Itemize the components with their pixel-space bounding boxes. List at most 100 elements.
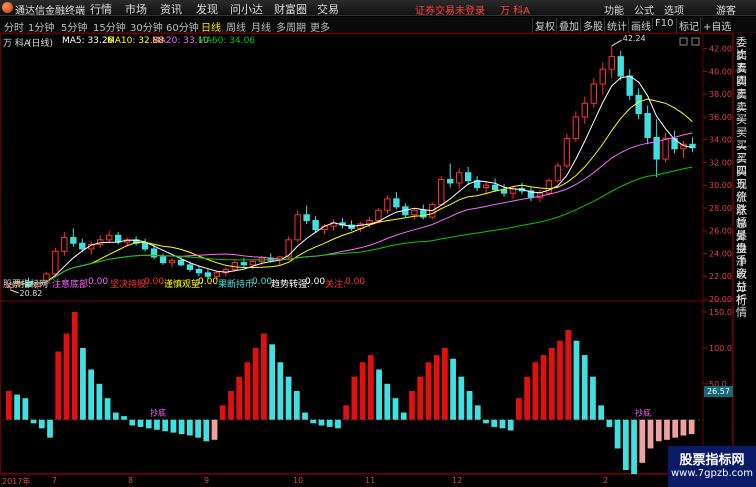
tool-adjust[interactable]: 复权: [532, 18, 557, 33]
watermark-title: 股票指标网: [679, 453, 745, 468]
ind-marker-2: 抄底: [635, 408, 651, 418]
menu-item-trade[interactable]: 交易: [317, 1, 339, 17]
tab-30min[interactable]: 30分钟: [130, 19, 163, 34]
candle-body: [114, 234, 122, 243]
sidebar-label[interactable]: 行情: [736, 295, 756, 319]
date-tick: 2: [603, 476, 609, 485]
menu-options[interactable]: 选项: [664, 2, 684, 17]
price-tick-label: 36.00: [709, 113, 732, 122]
menu-item-market[interactable]: 市场: [125, 1, 147, 17]
price-tick-label: 26.00: [709, 227, 732, 236]
candle-body: [204, 272, 212, 277]
indicator-bar: [63, 333, 70, 420]
user-label[interactable]: 游客: [716, 2, 736, 17]
indicator-bar: [507, 419, 514, 431]
tab-minute[interactable]: 分时: [4, 19, 24, 34]
ind-bottom-value: 0.00: [88, 277, 109, 287]
indicator-bar: [211, 419, 218, 440]
menu-item-ask[interactable]: 问小达: [230, 1, 263, 17]
tab-weekly[interactable]: 周线: [226, 19, 246, 34]
indicator-bar: [565, 329, 572, 420]
tab-1min[interactable]: 1分钟: [28, 19, 54, 34]
indicator-bar: [310, 419, 317, 424]
indicator-bar: [112, 412, 119, 420]
login-warning[interactable]: 证券交易未登录: [415, 2, 485, 17]
candle-body: [195, 268, 203, 274]
tool-multi-stock[interactable]: 多股: [580, 18, 605, 33]
candle-body: [79, 242, 86, 250]
menu-bar: 通达信金融终端 行情 市场 资讯 发现 问小达 财富圈 交易 证券交易未登录 万…: [0, 0, 756, 17]
indicator-bar: [80, 347, 86, 420]
candle-body: [312, 219, 319, 231]
price-tick-label: 22.00: [709, 272, 732, 281]
indicator-bar: [121, 416, 127, 420]
indicator-bar: [285, 376, 292, 420]
indicator-bar: [524, 376, 531, 420]
candle-body: [106, 234, 113, 241]
price-tick-label: 28.00: [709, 204, 732, 213]
indicator-bar: [195, 419, 201, 438]
tool-mark[interactable]: 标记: [676, 18, 701, 33]
tool-draw[interactable]: 画线: [628, 18, 653, 33]
indicator-bar: [219, 405, 226, 420]
tab-multi-period[interactable]: 多周期: [276, 19, 306, 34]
candle-body: [653, 136, 660, 160]
indicator-current-value: 26.57: [704, 386, 733, 397]
menu-formula[interactable]: 公式: [634, 2, 654, 17]
candle-body: [393, 198, 400, 208]
indicator-bar: [6, 391, 12, 420]
indicator-bar: [458, 376, 465, 420]
tab-monthly[interactable]: 月线: [251, 19, 271, 34]
indicator-bar: [244, 362, 251, 420]
kline-chart[interactable]: 42.00 40.00 38.00 36.00 34.00 32.00 30.00 28.00…: [0, 33, 733, 474]
indicator-bar: [269, 344, 275, 420]
indicator-bar: [343, 405, 350, 420]
candle-body: [500, 189, 508, 194]
tool-f10[interactable]: F10: [652, 18, 675, 29]
menu-item-quotes[interactable]: 行情: [90, 1, 112, 17]
candle-body: [545, 180, 553, 194]
indicator-bar: [359, 362, 366, 420]
indicator-bar: [302, 412, 308, 420]
app-title: 通达信金融终端: [15, 6, 85, 17]
ind-tick-label: 150.0: [709, 308, 732, 317]
indicator-bar: [30, 419, 37, 424]
candle-body: [617, 56, 624, 77]
watermark-url: www.7gpzb.com: [671, 468, 753, 479]
ind-trend-value: 0.00: [305, 277, 326, 287]
candle-body: [464, 172, 472, 182]
candle-body: [599, 68, 606, 85]
menu-function[interactable]: 功能: [604, 2, 624, 17]
price-tick-label: 20.00: [709, 295, 732, 304]
tab-5min[interactable]: 5分钟: [61, 19, 87, 34]
indicator-bar: [598, 405, 605, 420]
ma20-line: [10, 132, 693, 285]
candle-body: [294, 214, 301, 241]
menu-item-news[interactable]: 资讯: [160, 1, 182, 17]
tab-more[interactable]: 更多: [310, 19, 330, 34]
tab-daily[interactable]: 日线: [201, 19, 221, 34]
candle-body: [608, 56, 615, 70]
indicator-bar: [680, 419, 687, 436]
menu-item-wealth[interactable]: 财富圈: [274, 1, 307, 17]
indicator-bar: [540, 355, 547, 420]
indicator-bar: [88, 369, 95, 420]
tab-15min[interactable]: 15分钟: [93, 19, 126, 34]
indicator-bar: [491, 419, 498, 427]
candle-body: [159, 256, 167, 264]
indicator-bar: [614, 419, 621, 449]
menu-item-discover[interactable]: 发现: [196, 1, 218, 17]
candle-body: [61, 237, 68, 252]
ind-focus-label: 关注:: [325, 280, 347, 290]
date-axis: 2017年 7 8 9 10 11 12 2: [0, 474, 733, 487]
indicator-bar: [186, 419, 193, 436]
tool-stats[interactable]: 统计: [604, 18, 629, 33]
tool-overlay[interactable]: 叠加: [556, 18, 581, 33]
price-tick-label: 32.00: [709, 158, 732, 167]
date-tick: 11: [365, 476, 376, 485]
tool-add-watchlist[interactable]: +自选: [700, 18, 733, 33]
price-tick-label: 40.00: [709, 67, 732, 76]
tab-60min[interactable]: 60分钟: [166, 19, 199, 34]
low-pointer: [10, 289, 19, 294]
indicator-bar: [417, 376, 424, 420]
